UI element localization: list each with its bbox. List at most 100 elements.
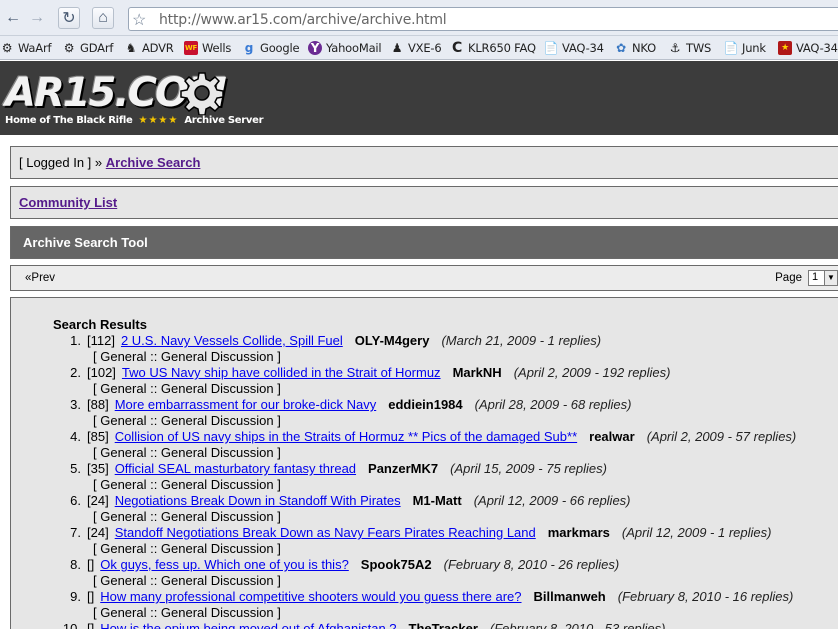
result-meta: (February 8, 2010 - 16 replies) bbox=[617, 589, 794, 604]
bookmark-item[interactable]: ⚓ TWS bbox=[668, 40, 712, 56]
result-row: 4. [85] Collision of US navy ships in the … bbox=[11, 429, 838, 461]
result-count: [] bbox=[87, 589, 95, 604]
nko-icon: ✿ bbox=[616, 41, 626, 55]
address-bar[interactable]: ☆ http://www.ar15.com/archive/archive.ht… bbox=[128, 7, 838, 31]
result-user: TheTracker bbox=[408, 621, 478, 629]
home-icon[interactable]: ⌂ bbox=[92, 7, 114, 29]
bookmark-label: GDArf bbox=[80, 41, 114, 55]
bookmark-item[interactable]: Y YahooMail bbox=[308, 40, 382, 56]
bookmark-item[interactable]: ♞ ADVR bbox=[124, 40, 174, 56]
wells-fargo-icon: WF bbox=[184, 41, 198, 55]
search-results-panel: Search Results 1. [112] 2 U.S. Navy Vessel… bbox=[10, 297, 838, 629]
bookmark-item[interactable]: ⚙ WaArf bbox=[0, 40, 52, 56]
archive-search-link[interactable]: Archive Search bbox=[106, 155, 201, 170]
bookmark-label: Google bbox=[260, 41, 300, 55]
result-count: [85] bbox=[87, 429, 109, 444]
result-title-link[interactable]: 2 U.S. Navy Vessels Collide, Spill Fuel bbox=[121, 333, 343, 348]
result-user: markmars bbox=[547, 525, 610, 540]
reload-icon[interactable]: ↻ bbox=[58, 7, 80, 29]
bookmark-item[interactable]: 📄 Junk bbox=[724, 40, 766, 56]
result-number: 8. bbox=[70, 557, 81, 572]
result-user: OLY-M4gery bbox=[354, 333, 430, 348]
result-forum: [ General :: General Discussion ] bbox=[93, 381, 281, 396]
rider-icon: ♞ bbox=[125, 41, 137, 55]
community-bar: Community List bbox=[10, 186, 838, 219]
result-count: [88] bbox=[87, 397, 109, 412]
page-select[interactable]: 1 ▼ bbox=[808, 270, 838, 286]
gear-icon: ⚙ bbox=[63, 41, 75, 55]
result-title-link[interactable]: Official SEAL masturbatory fantasy threa… bbox=[115, 461, 356, 476]
bookmark-label: VAQ-34 bbox=[796, 41, 838, 55]
result-meta: (February 8, 2010 - 26 replies) bbox=[443, 557, 620, 572]
bookmark-item[interactable]: C KLR650 FAQ bbox=[450, 40, 536, 56]
result-title-link[interactable]: Standoff Negotiations Break Down as Navy… bbox=[115, 525, 536, 540]
result-number: 9. bbox=[70, 589, 81, 604]
bookmark-label: VAQ-34 bbox=[562, 41, 604, 55]
result-meta: (April 15, 2009 - 75 replies) bbox=[450, 461, 607, 476]
page-label: Page bbox=[775, 272, 802, 284]
result-title-link[interactable]: Collision of US navy ships in the Strait… bbox=[115, 429, 577, 444]
tool-title: Archive Search Tool bbox=[23, 235, 148, 250]
result-user: PanzerMK7 bbox=[368, 461, 439, 476]
result-meta: (April 28, 2009 - 68 replies) bbox=[474, 397, 632, 412]
result-count: [] bbox=[87, 621, 95, 629]
url-text: http://www.ar15.com/archive/archive.html bbox=[159, 12, 447, 28]
tool-title-bar: Archive Search Tool bbox=[10, 226, 838, 259]
rating-stars: ★★★★ bbox=[138, 115, 179, 126]
bookmark-label: VXE-6 bbox=[408, 41, 442, 55]
result-user: eddiein1984 bbox=[388, 397, 463, 412]
result-forum: [ General :: General Discussion ] bbox=[93, 573, 281, 588]
result-row: 9. [] How many professional competitive sh… bbox=[11, 589, 838, 621]
result-forum: [ General :: General Discussion ] bbox=[93, 445, 281, 460]
result-count: [35] bbox=[87, 461, 109, 476]
chevron-down-icon: ▼ bbox=[824, 271, 837, 285]
result-title-link[interactable]: Ok guys, fess up. Which one of you is th… bbox=[100, 557, 349, 572]
bookmark-label: WaArf bbox=[18, 41, 52, 55]
back-arrow-icon[interactable]: ← bbox=[2, 7, 24, 29]
result-user: MarkNH bbox=[452, 365, 502, 380]
breadcrumb-text: [ Logged In ] » Archive Search bbox=[19, 155, 200, 170]
tagline-server: Archive Server bbox=[184, 115, 264, 126]
squadron-icon: ★ bbox=[778, 41, 792, 55]
result-count: [] bbox=[87, 557, 95, 572]
page-icon: 📄 bbox=[543, 41, 559, 55]
breadcrumb: [ Logged In ] » Archive Search bbox=[10, 146, 838, 179]
result-number: 4. bbox=[70, 429, 81, 444]
result-forum: [ General :: General Discussion ] bbox=[93, 605, 281, 620]
page-select-value: 1 bbox=[812, 271, 819, 283]
browser-toolbar: ← → ↻ ⌂ ☆ http://www.ar15.com/archive/ar… bbox=[0, 0, 838, 36]
result-title-link[interactable]: Negotiations Break Down in Standoff With… bbox=[115, 493, 401, 508]
result-number: 3. bbox=[70, 397, 81, 412]
bookmark-label: Wells bbox=[202, 41, 232, 55]
result-row: 7. [24] Standoff Negotiations Break Down a… bbox=[11, 525, 838, 557]
result-count: [24] bbox=[87, 525, 109, 540]
bookmark-item[interactable]: ⚙ GDArf bbox=[62, 40, 114, 56]
result-forum: [ General :: General Discussion ] bbox=[93, 413, 281, 428]
penguin-icon: ♟ bbox=[391, 41, 403, 55]
bookmark-item[interactable]: ★ VAQ-34 bbox=[778, 40, 838, 56]
community-list-link[interactable]: Community List bbox=[19, 195, 117, 210]
page-icon: 📄 bbox=[723, 41, 739, 55]
bookmark-item[interactable]: ✿ NKO bbox=[614, 40, 656, 56]
bookmark-item[interactable]: 📄 VAQ-34 bbox=[544, 40, 604, 56]
bookmark-item[interactable]: ♟ VXE-6 bbox=[390, 40, 442, 56]
c-logo-icon: C bbox=[451, 40, 463, 56]
forward-arrow-icon[interactable]: → bbox=[26, 7, 48, 29]
bookmark-item[interactable]: g Google bbox=[242, 40, 300, 56]
result-title-link[interactable]: More embarrassment for our broke-dick Na… bbox=[115, 397, 377, 412]
gear-icon: ⚙ bbox=[1, 41, 13, 55]
result-title-link[interactable]: How is the opium being moved out of Afgh… bbox=[100, 621, 396, 629]
result-title-link[interactable]: How many professional competitive shoote… bbox=[100, 589, 521, 604]
result-meta: (April 12, 2009 - 1 replies) bbox=[621, 525, 772, 540]
bookmark-label: ADVR bbox=[142, 41, 174, 55]
prev-page-link[interactable]: «Prev bbox=[25, 272, 55, 284]
yahoo-icon: Y bbox=[308, 41, 322, 55]
result-title-link[interactable]: Two US Navy ship have collided in the St… bbox=[122, 365, 441, 380]
url-host: http://www.ar15.com bbox=[159, 12, 303, 28]
result-meta: (March 21, 2009 - 1 replies) bbox=[441, 333, 602, 348]
bookmark-item[interactable]: WF Wells bbox=[184, 40, 231, 56]
gear-logo-icon bbox=[180, 72, 224, 115]
bookmark-star-icon[interactable]: ☆ bbox=[132, 10, 146, 30]
result-meta: (April 2, 2009 - 192 replies) bbox=[513, 365, 671, 380]
result-number: 7. bbox=[70, 525, 81, 540]
